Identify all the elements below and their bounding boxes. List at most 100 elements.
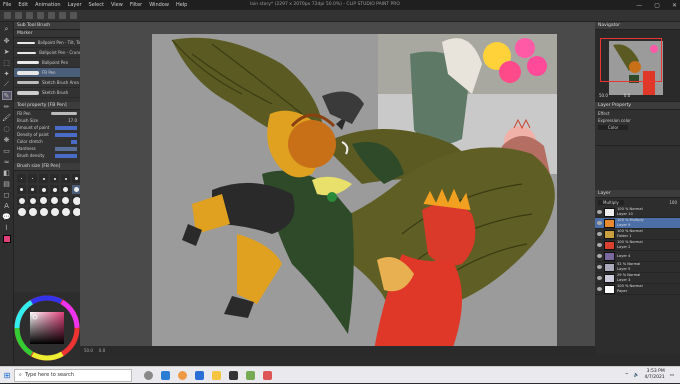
task-view-icon[interactable] <box>144 370 153 380</box>
auto-select-tool-icon[interactable]: ✦ <box>2 69 12 78</box>
eye-icon[interactable] <box>597 254 602 258</box>
layer-row[interactable]: 100 % Normal Paper <box>595 284 680 295</box>
save-icon[interactable] <box>26 12 33 19</box>
menu-help[interactable]: Help <box>176 2 187 8</box>
correct-line-tool-icon[interactable]: ⌇ <box>2 223 12 232</box>
layer-row[interactable]: 100 % Normal Layer 10 <box>595 207 680 218</box>
size-preset[interactable] <box>39 185 48 194</box>
open-file-icon[interactable] <box>15 12 22 19</box>
layer-row-folder[interactable]: 100 % Normal Folder 1 <box>595 229 680 240</box>
clear-icon[interactable] <box>59 12 66 19</box>
decoration-tool-icon[interactable]: ❋ <box>2 135 12 144</box>
angle-readout[interactable]: 0.0 <box>99 348 105 353</box>
menu-filter[interactable]: Filter <box>130 2 142 8</box>
size-preset[interactable] <box>50 174 59 183</box>
blend-tool-icon[interactable]: ≈ <box>2 157 12 166</box>
navigator-zoom[interactable]: 50.0 <box>599 93 608 98</box>
size-preset[interactable] <box>39 196 48 205</box>
chrome-icon[interactable] <box>178 370 187 380</box>
drawing-canvas[interactable] <box>152 34 557 350</box>
pencil-tool-icon[interactable]: ✏ <box>2 102 12 111</box>
layer-row[interactable]: 100 % Normal Layer 2 <box>595 240 680 251</box>
brush-item[interactable]: Sketch Brush Area <box>14 78 80 88</box>
onedrive-icon[interactable] <box>195 370 204 380</box>
menu-edit[interactable]: Edit <box>18 2 28 8</box>
eye-icon[interactable] <box>597 265 602 269</box>
brush-item[interactable]: Ballpoint Pen - Tilt, Texture <box>14 38 80 48</box>
layer-opacity[interactable]: 100 <box>669 200 677 205</box>
size-preset[interactable] <box>28 207 37 216</box>
navigator-view-frame[interactable] <box>600 38 662 82</box>
operation-tool-icon[interactable]: ➤ <box>2 47 12 56</box>
brush-item[interactable]: Ballpoint Pen - Crunchy <box>14 48 80 58</box>
zoom-readout[interactable]: 50.0 <box>84 348 93 353</box>
windows-start-icon[interactable]: ⊞ <box>0 367 14 384</box>
blend-mode-select[interactable]: Multiply <box>598 200 624 205</box>
subtool-tab-marker[interactable]: Marker <box>14 30 80 38</box>
menu-window[interactable]: Window <box>149 2 169 8</box>
eye-icon[interactable] <box>597 276 602 280</box>
zoom-tool-icon[interactable]: ⌕ <box>2 25 12 34</box>
close-button[interactable]: ✕ <box>672 2 677 9</box>
prop-brush-size[interactable]: Brush Size 17.0 <box>14 117 80 124</box>
balloon-tool-icon[interactable]: 💬 <box>2 212 12 221</box>
new-file-icon[interactable] <box>4 12 11 19</box>
menu-layer[interactable]: Layer <box>68 2 82 8</box>
size-preset[interactable] <box>17 174 26 183</box>
size-preset[interactable] <box>61 207 70 216</box>
brush-item[interactable]: Ballpoint Pen <box>14 58 80 68</box>
taskbar-search[interactable]: ⌕ Type here to search <box>14 368 132 382</box>
layer-row[interactable]: Layer 4 <box>595 251 680 262</box>
notification-icon[interactable]: ▭ <box>670 373 674 378</box>
size-preset[interactable] <box>39 207 48 216</box>
prop-brush-density[interactable]: Brush density <box>14 152 80 159</box>
network-icon[interactable]: ⌔ <box>625 372 629 378</box>
brush-item-selected[interactable]: FB Pen <box>14 68 80 78</box>
color-wheel[interactable] <box>14 292 80 364</box>
size-preset[interactable] <box>17 185 26 194</box>
eye-icon[interactable] <box>597 232 602 236</box>
menu-file[interactable]: File <box>3 2 11 8</box>
eye-icon[interactable] <box>597 287 602 291</box>
clip-studio-icon[interactable] <box>246 370 255 380</box>
layer-row[interactable]: 52 % Normal Layer 5 <box>595 262 680 273</box>
store-icon[interactable] <box>229 370 238 380</box>
prop-hardness[interactable]: Hardness <box>14 145 80 152</box>
main-color-swatch[interactable] <box>2 234 12 243</box>
brush-tool-icon[interactable]: 🖌 <box>2 113 12 122</box>
size-preset[interactable] <box>28 185 37 194</box>
clock[interactable]: 3:53 PM 4/7/2021 <box>645 369 665 381</box>
prop-amount-of-paint[interactable]: Amount of paint <box>14 124 80 131</box>
maximize-button[interactable]: ▢ <box>654 2 660 9</box>
move-tool-icon[interactable]: ✥ <box>2 36 12 45</box>
size-preset[interactable] <box>50 185 59 194</box>
size-preset[interactable] <box>17 196 26 205</box>
prop-color-stretch[interactable]: Color stretch <box>14 138 80 145</box>
text-tool-icon[interactable]: A <box>2 201 12 210</box>
minimize-button[interactable]: — <box>636 2 642 9</box>
eye-icon[interactable] <box>597 243 602 247</box>
transform-icon[interactable] <box>70 12 77 19</box>
menu-select[interactable]: Select <box>89 2 104 8</box>
menu-view[interactable]: View <box>111 2 123 8</box>
size-preset[interactable] <box>50 196 59 205</box>
size-preset[interactable] <box>39 174 48 183</box>
brush-item[interactable]: Sketch Brush <box>14 88 80 98</box>
size-preset[interactable] <box>28 196 37 205</box>
edge-icon[interactable] <box>161 370 170 380</box>
undo-icon[interactable] <box>37 12 44 19</box>
menu-animation[interactable]: Animation <box>35 2 61 8</box>
navigator-angle[interactable]: 0.0 <box>624 93 630 98</box>
size-preset[interactable] <box>61 196 70 205</box>
redo-icon[interactable] <box>48 12 55 19</box>
volume-icon[interactable]: 🔈 <box>634 373 640 378</box>
selection-tool-icon[interactable]: ⬚ <box>2 58 12 67</box>
pen-tool-icon[interactable]: ✎ <box>1 91 12 100</box>
fill-tool-icon[interactable]: ◧ <box>2 168 12 177</box>
airbrush-tool-icon[interactable]: ◌ <box>2 124 12 133</box>
figure-tool-icon[interactable]: ◻ <box>2 190 12 199</box>
size-preset[interactable] <box>61 185 70 194</box>
prop-density-of-paint[interactable]: Density of paint <box>14 131 80 138</box>
size-preset[interactable] <box>61 174 70 183</box>
layer-row[interactable]: 29 % Normal Layer 3 <box>595 273 680 284</box>
